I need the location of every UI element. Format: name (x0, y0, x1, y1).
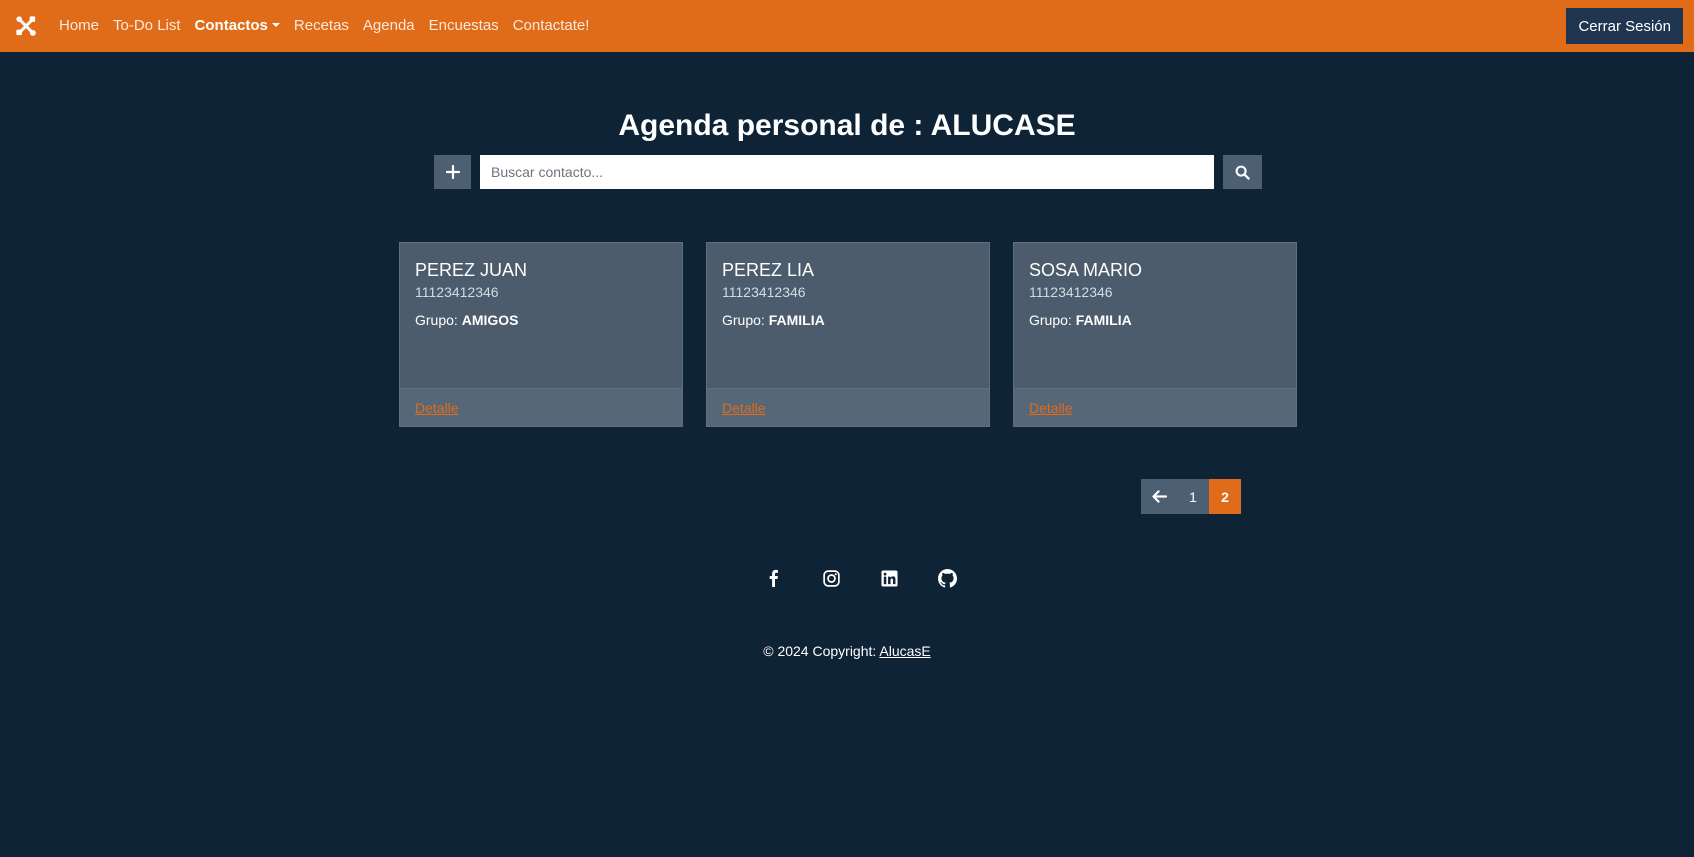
tools-icon (16, 16, 36, 36)
group-label: Grupo: (1029, 312, 1072, 328)
group-value: FAMILIA (768, 312, 825, 328)
facebook-link[interactable] (744, 566, 802, 590)
group-value: FAMILIA (1075, 312, 1132, 328)
previous-page-button[interactable] (1141, 479, 1177, 514)
contact-card: PEREZ LIA 11123412346 Grupo: FAMILIA Det… (706, 242, 990, 427)
nav-home[interactable]: Home (52, 0, 106, 52)
nav-links: Home To-Do List Contactos Recetas Agenda… (52, 0, 596, 52)
page-title: Agenda personal de : ALUCASE (618, 109, 1076, 142)
instagram-link[interactable] (802, 566, 860, 590)
card-body: PEREZ JUAN 11123412346 Grupo: AMIGOS (400, 243, 682, 388)
nav-agenda[interactable]: Agenda (356, 0, 422, 52)
group-value: AMIGOS (461, 312, 519, 328)
contact-name: PEREZ LIA (722, 260, 815, 280)
card-body: PEREZ LIA 11123412346 Grupo: FAMILIA (707, 243, 989, 388)
contact-group: Grupo: FAMILIA (722, 312, 974, 328)
github-icon (937, 568, 957, 588)
contact-card: SOSA MARIO 11123412346 Grupo: FAMILIA De… (1013, 242, 1297, 427)
linkedin-icon (880, 569, 898, 587)
contact-card: PEREZ JUAN 11123412346 Grupo: AMIGOS Det… (399, 242, 683, 427)
page-2-button[interactable]: 2 (1209, 479, 1241, 514)
brand-logo[interactable] (0, 0, 52, 52)
card-body: SOSA MARIO 11123412346 Grupo: FAMILIA (1014, 243, 1296, 388)
copyright: © 2024 Copyright: AlucasE (0, 643, 1694, 659)
contact-name: SOSA MARIO (1029, 260, 1143, 280)
contact-group: Grupo: AMIGOS (415, 312, 667, 328)
linkedin-link[interactable] (860, 566, 918, 590)
contact-cards: PEREZ JUAN 11123412346 Grupo: AMIGOS Det… (399, 242, 1297, 427)
arrow-left-icon (1151, 490, 1167, 503)
plus-icon (445, 165, 460, 179)
pagination: 1 2 (1141, 479, 1241, 514)
detail-link[interactable]: Detalle (722, 400, 766, 416)
copyright-text: © 2024 Copyright: (763, 643, 880, 659)
facebook-icon (769, 569, 778, 587)
add-contact-button[interactable] (434, 155, 471, 189)
copyright-author-link[interactable]: AlucasE (879, 643, 930, 659)
page-1-button[interactable]: 1 (1177, 479, 1209, 514)
card-footer: Detalle (707, 388, 989, 426)
nav-contactate[interactable]: Contactate! (506, 0, 597, 52)
nav-todo-list[interactable]: To-Do List (106, 0, 188, 52)
instagram-icon (822, 569, 840, 587)
nav-contactos-dropdown[interactable]: Contactos (188, 0, 287, 52)
card-footer: Detalle (400, 388, 682, 426)
contact-phone: 11123412346 (722, 284, 806, 300)
contact-name: PEREZ JUAN (415, 260, 528, 280)
search-bar (434, 155, 1262, 189)
social-links (744, 566, 976, 590)
search-icon (1235, 165, 1250, 180)
contact-group: Grupo: FAMILIA (1029, 312, 1281, 328)
group-label: Grupo: (722, 312, 765, 328)
group-label: Grupo: (415, 312, 458, 328)
card-footer: Detalle (1014, 388, 1296, 426)
caret-down-icon (271, 23, 280, 27)
search-input[interactable] (480, 155, 1214, 189)
github-link[interactable] (918, 566, 976, 590)
navbar: Home To-Do List Contactos Recetas Agenda… (0, 0, 1694, 52)
contact-phone: 11123412346 (415, 284, 499, 300)
nav-contactos-label: Contactos (194, 17, 268, 34)
contact-phone: 11123412346 (1029, 284, 1113, 300)
logout-button[interactable]: Cerrar Sesión (1566, 8, 1683, 44)
search-button[interactable] (1223, 155, 1262, 189)
detail-link[interactable]: Detalle (415, 400, 459, 416)
detail-link[interactable]: Detalle (1029, 400, 1073, 416)
nav-encuestas[interactable]: Encuestas (422, 0, 506, 52)
nav-recetas[interactable]: Recetas (287, 0, 356, 52)
